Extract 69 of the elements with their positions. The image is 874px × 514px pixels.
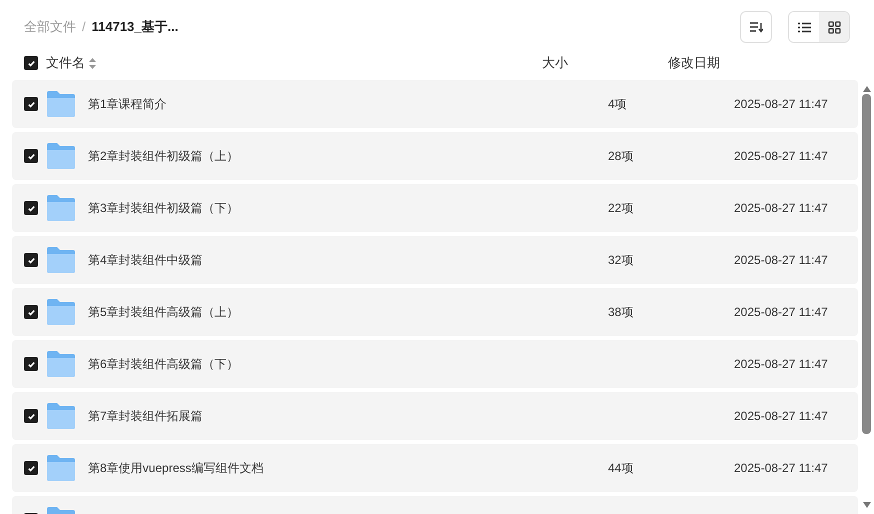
checkmark-icon — [26, 308, 36, 316]
modified-date: 2025-08-27 11:47 — [734, 304, 828, 321]
modified-date: 2025-08-27 11:47 — [734, 252, 828, 269]
file-name[interactable]: 第4章封装组件中级篇 — [88, 253, 203, 267]
checkbox[interactable] — [24, 201, 38, 215]
scroll-up-icon[interactable] — [862, 86, 870, 92]
checkbox[interactable] — [24, 461, 38, 475]
item-count: 28项 — [608, 149, 634, 163]
modified-date: 2025-08-27 11:47 — [734, 408, 828, 425]
file-name[interactable]: 第3章封装组件初级篇（下） — [88, 201, 239, 215]
breadcrumb-item: 114713_基于... — [92, 18, 178, 36]
folder-icon — [46, 298, 76, 326]
checkbox[interactable] — [24, 149, 38, 163]
folder-row[interactable]: 第8章使用vuepress编写组件文档 44项 2025-08-27 11:47 — [12, 444, 858, 492]
folder-row[interactable]: 第4章封装组件中级篇 32项 2025-08-27 11:47 — [12, 236, 858, 284]
list-icon — [798, 22, 810, 32]
file-name[interactable]: 第7章封装组件拓展篇 — [88, 409, 203, 423]
checkbox[interactable] — [24, 56, 38, 70]
modified-date: 2025-08-27 11:47 — [734, 200, 828, 217]
grid-view-button[interactable] — [819, 12, 849, 42]
modified-date: 2025-08-27 11:47 — [734, 356, 828, 373]
folder-row[interactable]: 第5章封装组件高级篇（上） 38项 2025-08-27 11:47 — [12, 288, 858, 336]
file-name[interactable]: 第6章封装组件高级篇（下） — [88, 357, 239, 371]
modified-date: 2025-08-27 11:47 — [734, 148, 828, 165]
checkmark-icon — [26, 464, 36, 472]
file-name[interactable]: 第5章封装组件高级篇（上） — [88, 305, 239, 319]
folder-icon — [46, 454, 76, 482]
sort-arrows-icon[interactable] — [89, 58, 96, 68]
folder-icon — [46, 402, 76, 430]
item-count: 22项 — [608, 201, 634, 215]
column-header: 修改日期 — [668, 54, 720, 72]
folder-icon — [46, 142, 76, 170]
checkmark-icon — [26, 58, 36, 68]
column-header[interactable]: 文件名 — [46, 53, 85, 73]
breadcrumb-separator: / — [82, 18, 86, 36]
item-count: 32项 — [608, 253, 634, 267]
checkbox[interactable] — [24, 97, 38, 111]
checkmark-icon — [26, 360, 36, 368]
folder-row[interactable]: 第1章课程简介 4项 2025-08-27 11:47 — [12, 80, 858, 128]
file-name[interactable]: 第2章封装组件初级篇（上） — [88, 149, 239, 163]
folder-icon — [46, 246, 76, 274]
file-name[interactable]: 第1章课程简介 — [88, 97, 167, 111]
sort-icon — [749, 21, 763, 33]
grid-icon — [828, 20, 840, 34]
checkbox[interactable] — [24, 305, 38, 319]
column-header: 大小 — [542, 54, 569, 72]
checkmark-icon — [26, 412, 36, 420]
checkmark-icon — [26, 100, 36, 108]
checkbox[interactable] — [24, 357, 38, 371]
folder-row[interactable]: 第6章封装组件高级篇（下） 2025-08-27 11:47 — [12, 340, 858, 388]
checkmark-icon — [26, 256, 36, 264]
file-name[interactable]: 第8章使用vuepress编写组件文档 — [88, 461, 264, 475]
checkmark-icon — [26, 152, 36, 160]
folder-icon — [46, 90, 76, 118]
scroll-down-icon[interactable] — [862, 502, 870, 508]
checkmark-icon — [26, 204, 36, 212]
item-count: 4项 — [608, 97, 627, 111]
modified-date: 2025-08-27 11:47 — [734, 96, 828, 113]
sort-button[interactable] — [740, 11, 772, 43]
folder-row[interactable]: 第2章封装组件初级篇（上） 28项 2025-08-27 11:47 — [12, 132, 858, 180]
item-count: 38项 — [608, 305, 634, 319]
checkbox[interactable] — [24, 409, 38, 423]
folder-icon — [46, 194, 76, 222]
checkbox[interactable] — [24, 253, 38, 267]
folder-row[interactable]: 第7章封装组件拓展篇 2025-08-27 11:47 — [12, 392, 858, 440]
modified-date: 2025-08-27 11:47 — [734, 460, 828, 477]
folder-icon — [46, 350, 76, 378]
folder-row[interactable]: 第3章封装组件初级篇（下） 22项 2025-08-27 11:47 — [12, 184, 858, 232]
item-count: 44项 — [608, 461, 634, 475]
